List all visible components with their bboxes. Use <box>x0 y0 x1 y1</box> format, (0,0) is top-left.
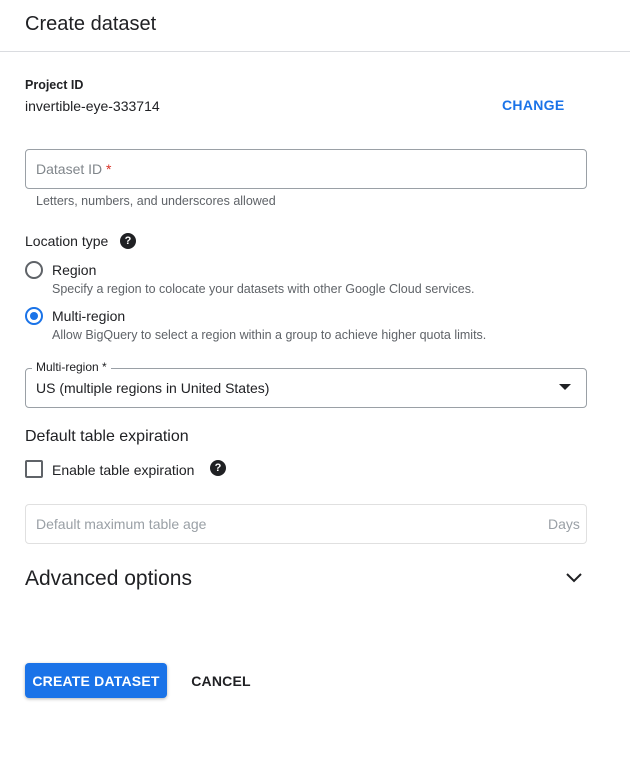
chevron-down-icon[interactable] <box>564 570 584 586</box>
advanced-options-title[interactable]: Advanced options <box>25 567 192 591</box>
dataset-id-hint: Letters, numbers, and underscores allowe… <box>36 194 276 208</box>
cancel-button[interactable]: CANCEL <box>183 663 259 698</box>
create-dataset-button[interactable]: CREATE DATASET <box>25 663 167 698</box>
enable-expiration-label[interactable]: Enable table expiration <box>52 462 194 478</box>
location-help-icon[interactable]: ? <box>120 233 136 249</box>
table-expiration-title: Default table expiration <box>25 428 189 445</box>
dataset-id-placeholder: Dataset ID * <box>36 161 112 177</box>
region-option-label[interactable]: Region <box>52 262 96 278</box>
enable-expiration-checkbox[interactable] <box>25 460 43 478</box>
project-id-label: Project ID <box>25 78 84 92</box>
expiration-help-icon[interactable]: ? <box>210 460 226 476</box>
project-id-value: invertible-eye-333714 <box>25 98 160 114</box>
dropdown-arrow-icon[interactable] <box>559 384 571 390</box>
dialog-header: Create dataset <box>0 0 630 52</box>
max-table-age-input: Default maximum table age Days <box>25 504 587 544</box>
dialog-title: Create dataset <box>25 13 157 35</box>
multi-region-select[interactable]: US (multiple regions in United States) <box>25 368 587 408</box>
multi-region-option-description: Allow BigQuery to select a region within… <box>52 328 487 342</box>
location-type-label: Location type <box>25 233 109 249</box>
multi-region-selected-value: US (multiple regions in United States) <box>36 380 270 396</box>
region-radio[interactable] <box>25 261 43 279</box>
required-mark: * <box>106 161 112 177</box>
dataset-id-input[interactable]: Dataset ID * <box>25 149 587 189</box>
days-unit-label: Days <box>548 516 580 532</box>
max-table-age-placeholder: Default maximum table age <box>36 516 207 532</box>
multi-region-radio[interactable] <box>25 307 43 325</box>
multi-region-option-label[interactable]: Multi-region <box>52 308 125 324</box>
region-option-description: Specify a region to colocate your datase… <box>52 282 475 296</box>
multi-region-select-label: Multi-region * <box>32 360 111 374</box>
change-project-button[interactable]: CHANGE <box>502 97 564 113</box>
